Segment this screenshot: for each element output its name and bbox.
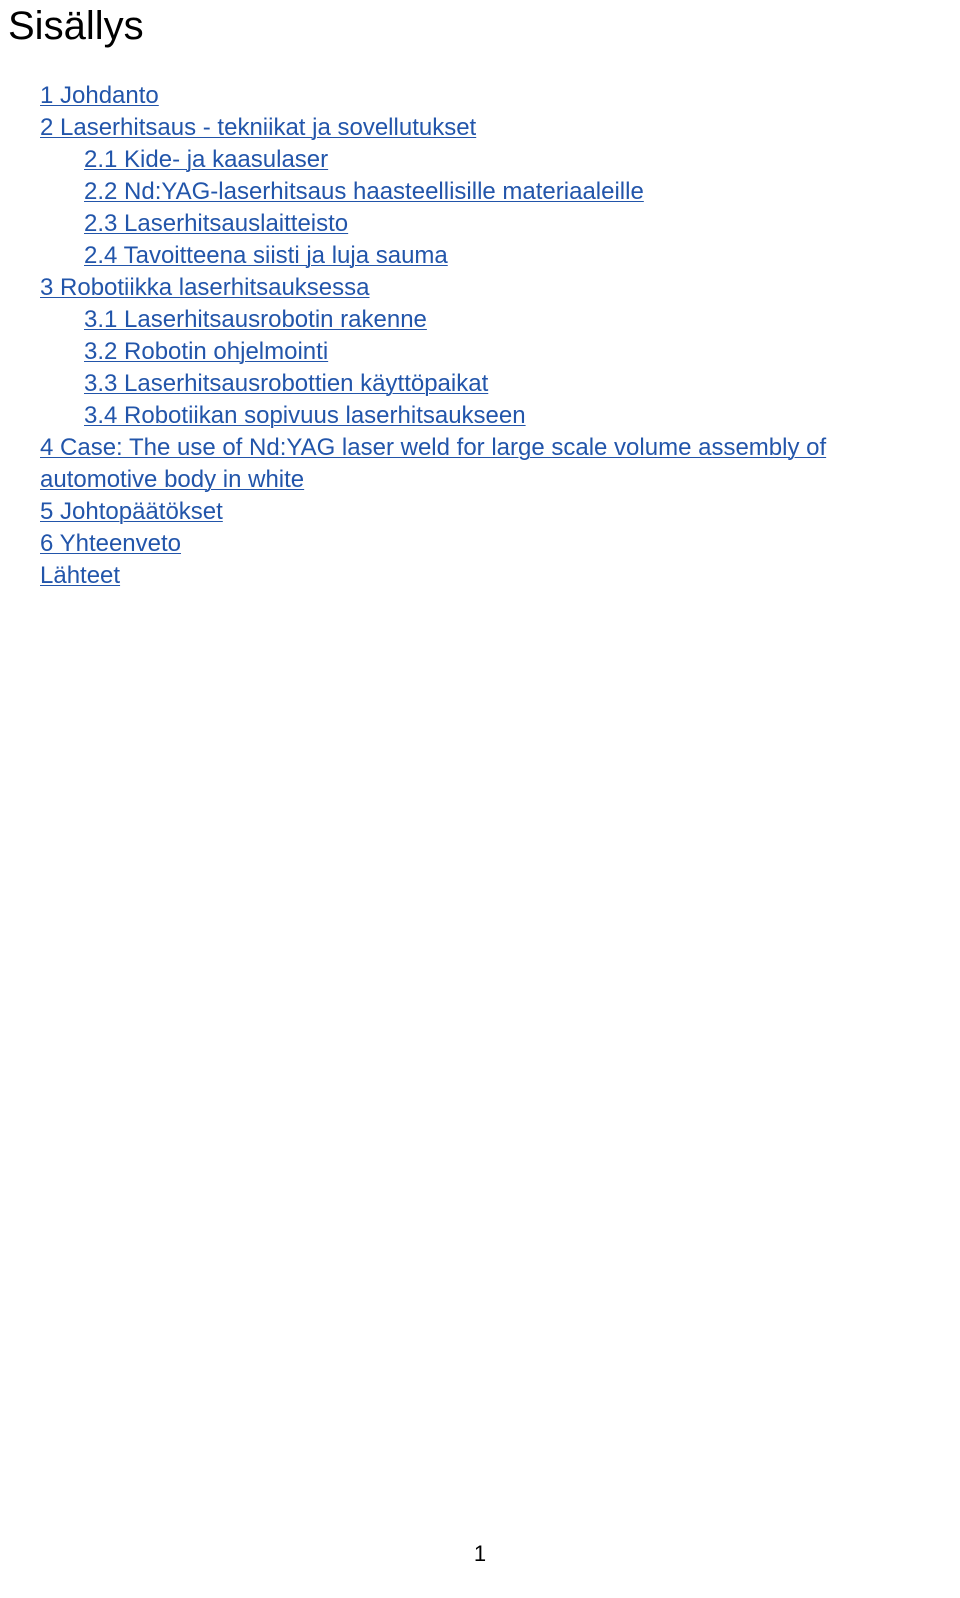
toc-link-label: 6 Yhteenveto (40, 530, 182, 557)
table-of-contents: 1 Johdanto 2 Laserhitsaus - tekniikat ja … (0, 80, 960, 592)
toc-link[interactable]: 3.3 Laserhitsausrobottien käyttöpaikat (0, 368, 960, 400)
toc-link-label: 2 Laserhitsaus - tekniikat ja sovellutuk… (40, 114, 477, 141)
toc-link[interactable]: 2.3 Laserhitsauslaitteisto (0, 208, 960, 240)
toc-link[interactable]: 3.2 Robotin ohjelmointi (0, 336, 960, 368)
toc-link-label: 3.4 Robotiikan sopivuus laserhitsaukseen (84, 402, 526, 429)
toc-link[interactable]: 2.2 Nd:YAG-laserhitsaus haasteellisille … (0, 176, 960, 208)
toc-link[interactable]: 2.4 Tavoitteena siisti ja luja sauma (0, 240, 960, 272)
toc-link-label: 3.2 Robotin ohjelmointi (84, 338, 329, 365)
toc-link-label: 4 Case: The use of Nd:YAG laser weld for… (40, 434, 827, 493)
toc-link[interactable]: 2.1 Kide- ja kaasulaser (0, 144, 960, 176)
toc-link-label: 5 Johtopäätökset (40, 498, 223, 525)
toc-link-label: 2.2 Nd:YAG-laserhitsaus haasteellisille … (84, 178, 644, 205)
toc-link-label: 3.1 Laserhitsausrobotin rakenne (84, 306, 427, 333)
toc-link[interactable]: 5 Johtopäätökset (0, 496, 960, 528)
toc-link[interactable]: 6 Yhteenveto (0, 528, 960, 560)
toc-link[interactable]: 3 Robotiikka laserhitsauksessa (0, 272, 960, 304)
page-title: Sisällys (8, 4, 144, 48)
toc-link-label: 2.1 Kide- ja kaasulaser (84, 146, 329, 173)
toc-link[interactable]: 2 Laserhitsaus - tekniikat ja sovellutuk… (0, 112, 960, 144)
toc-link-label: 2.4 Tavoitteena siisti ja luja sauma (84, 242, 448, 269)
toc-link-label: 3.3 Laserhitsausrobottien käyttöpaikat (84, 370, 489, 397)
toc-link[interactable]: 3.4 Robotiikan sopivuus laserhitsaukseen (0, 400, 960, 432)
toc-link[interactable]: 1 Johdanto (0, 80, 960, 112)
toc-link-label: 1 Johdanto (40, 82, 159, 109)
document-page: Sisällys 1 Johdanto 2 Laserhitsaus - tekn… (0, 0, 960, 1598)
toc-link[interactable]: 4 Case: The use of Nd:YAG laser weld for… (0, 432, 960, 496)
toc-link[interactable]: 3.1 Laserhitsausrobotin rakenne (0, 304, 960, 336)
toc-link-label: Lähteet (40, 562, 121, 589)
toc-link-label: 2.3 Laserhitsauslaitteisto (84, 210, 349, 237)
toc-link-label: 3 Robotiikka laserhitsauksessa (40, 274, 370, 301)
toc-link[interactable]: Lähteet (0, 560, 960, 592)
page-number: 1 (473, 1541, 487, 1566)
